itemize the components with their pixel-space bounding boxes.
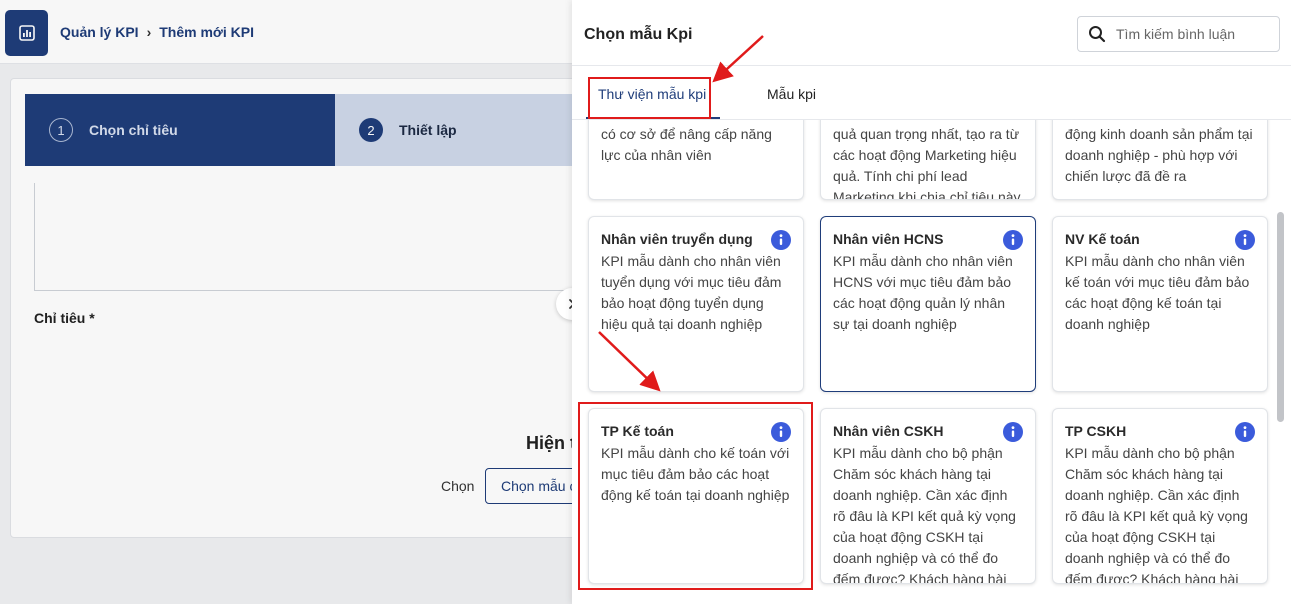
template-card-title: Nhân viên CSKH bbox=[833, 423, 944, 439]
template-card-desc: quả quan trọng nhất, tạo ra từ các hoạt … bbox=[833, 126, 1021, 200]
template-card-title: Nhân viên truyển dụng bbox=[601, 231, 753, 247]
template-card[interactable]: có cơ sở để nâng cấp năng lực của nhân v… bbox=[588, 120, 804, 200]
template-card[interactable]: quả quan trọng nhất, tạo ra từ các hoạt … bbox=[820, 120, 1036, 200]
tab-kpi-templates[interactable]: Mẫu kpi bbox=[767, 86, 816, 102]
template-card-title: NV Kế toán bbox=[1065, 231, 1140, 247]
search-input[interactable] bbox=[1116, 26, 1266, 42]
template-tabs: Thư viện mẫu kpi Mẫu kpi bbox=[572, 66, 1291, 120]
template-card[interactable]: Nhân viên CSKH KPI mẫu dành cho bộ phận … bbox=[820, 408, 1036, 584]
template-card[interactable]: động kinh doanh sản phẩm tại doanh nghiệ… bbox=[1052, 120, 1268, 200]
search-icon bbox=[1089, 26, 1106, 43]
template-card[interactable]: NV Kế toán KPI mẫu dành cho nhân viên kế… bbox=[1052, 216, 1268, 392]
drawer-header: Chọn mẫu Kpi bbox=[572, 0, 1291, 66]
template-card[interactable]: Nhân viên HCNS KPI mẫu dành cho nhân viê… bbox=[820, 216, 1036, 392]
drawer-title: Chọn mẫu Kpi bbox=[584, 26, 693, 43]
info-icon[interactable] bbox=[771, 230, 791, 250]
template-card[interactable]: TP CSKH KPI mẫu dành cho bộ phận Chăm só… bbox=[1052, 408, 1268, 584]
info-icon[interactable] bbox=[1235, 230, 1255, 250]
annotation-highlight-tab bbox=[588, 77, 711, 119]
info-icon[interactable] bbox=[1235, 422, 1255, 442]
template-card-desc: KPI mẫu dành cho bộ phận Chăm sóc khách … bbox=[1065, 445, 1248, 584]
drawer-overlay[interactable] bbox=[0, 0, 572, 604]
template-card-desc: có cơ sở để nâng cấp năng lực của nhân v… bbox=[601, 126, 772, 163]
template-card-desc: KPI mẫu dành cho bộ phận Chăm sóc khách … bbox=[833, 445, 1016, 584]
info-icon[interactable] bbox=[1003, 422, 1023, 442]
info-icon[interactable] bbox=[1003, 230, 1023, 250]
template-card[interactable]: Nhân viên truyển dụng KPI mẫu dành cho n… bbox=[588, 216, 804, 392]
template-card-desc: KPI mẫu dành cho nhân viên kế toán với m… bbox=[1065, 253, 1250, 332]
template-card-desc: động kinh doanh sản phẩm tại doanh nghiệ… bbox=[1065, 126, 1253, 184]
search-box[interactable] bbox=[1077, 16, 1280, 52]
template-card-title: TP CSKH bbox=[1065, 423, 1127, 439]
template-card-desc: KPI mẫu dành cho nhân viên tuyển dụng vớ… bbox=[601, 253, 782, 332]
annotation-highlight-card bbox=[578, 402, 813, 590]
template-card-title: Nhân viên HCNS bbox=[833, 231, 944, 247]
template-card-desc: KPI mẫu dành cho nhân viên HCNS với mục … bbox=[833, 253, 1013, 332]
scrollbar-thumb[interactable] bbox=[1277, 212, 1284, 422]
